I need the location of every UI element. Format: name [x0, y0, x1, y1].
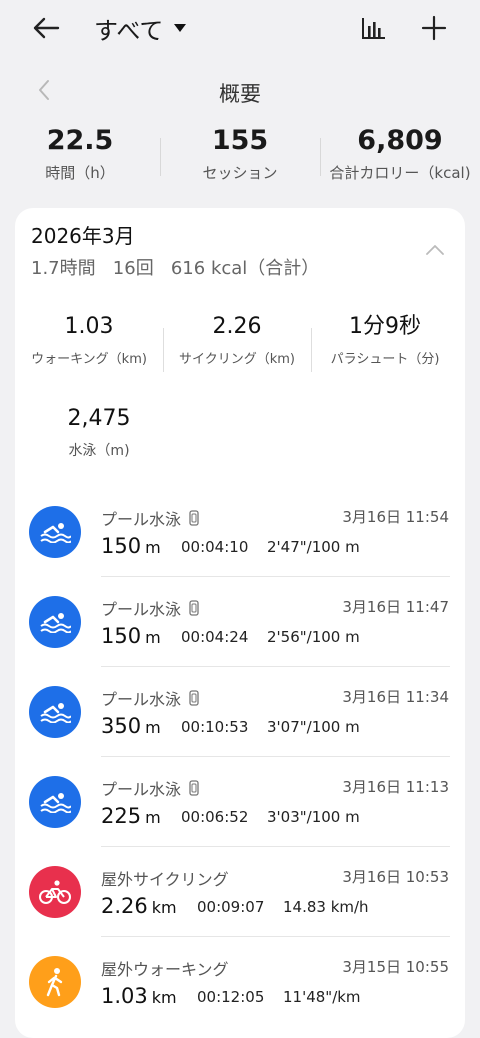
- triangle-down-icon: [174, 24, 187, 32]
- session-row[interactable]: プール水泳 3月16日 11:34 350 m 00:10:53 3'07"/10…: [15, 680, 465, 770]
- session-datetime: 3月16日 11:34: [342, 688, 449, 706]
- metric-cycling-label: サイクリング（km): [178, 352, 295, 367]
- session-duration: 00:12:05: [197, 988, 265, 1006]
- session-row[interactable]: プール水泳 3月16日 11:13 225 m 00:06:52 3'03"/10…: [15, 770, 465, 860]
- session-distance-unit: m: [145, 538, 161, 557]
- metric-walking: 1.03 ウォーキング（km): [15, 312, 163, 382]
- metric-swimming: 2,475 水泳（m): [25, 404, 173, 460]
- session-pace: 14.83 km/h: [283, 898, 369, 916]
- session-duration: 00:09:07: [197, 898, 265, 916]
- row-divider: [101, 936, 450, 937]
- row-divider: [101, 756, 450, 757]
- walker-icon: [29, 956, 81, 1008]
- month-title: 2026年3月: [31, 224, 135, 248]
- top-bar: すべて: [0, 0, 480, 56]
- totals-summary: 22.5 時間（h） 155 セッション 6,809 合計カロリー（kcal): [0, 124, 480, 186]
- total-sessions-value: 155: [211, 125, 269, 156]
- session-distance: 2.26: [101, 894, 148, 918]
- session-name: 屋外サイクリング: [101, 870, 229, 889]
- filter-label: すべて: [94, 16, 164, 45]
- swimmer-icon: [29, 686, 81, 738]
- metric-swimming-label: 水泳（m): [68, 443, 130, 459]
- total-sessions-label: セッション: [202, 164, 278, 182]
- row-divider: [101, 666, 450, 667]
- swimmer-icon: [29, 776, 81, 828]
- row-divider: [101, 846, 450, 847]
- month-metrics: 1.03 ウォーキング（km) 2.26 サイクリング（km) 1分9秒 パラシ…: [15, 312, 465, 382]
- session-row[interactable]: プール水泳 3月16日 11:54 150 m 00:04:10 2'47"/10…: [15, 500, 465, 590]
- session-row[interactable]: 屋外サイクリング 3月16日 10:53 2.26 km 00:09:07 14.…: [15, 860, 465, 950]
- watch-icon: [189, 600, 199, 616]
- metric-cycling-value: 2.26: [212, 314, 262, 339]
- session-pace: 11'48"/km: [283, 988, 361, 1006]
- session-name: 屋外ウォーキング: [101, 960, 229, 979]
- metric-walking-value: 1.03: [64, 314, 114, 339]
- total-calories-label: 合計カロリー（kcal): [329, 164, 471, 182]
- chevron-up-icon: [426, 245, 444, 255]
- session-distance: 150: [101, 624, 142, 648]
- session-pace: 2'56"/100 m: [267, 628, 360, 646]
- cyclist-icon: [29, 866, 81, 918]
- statistics-button[interactable]: [356, 12, 392, 44]
- session-distance: 350: [101, 714, 142, 738]
- activity-filter-dropdown[interactable]: すべて: [94, 12, 187, 45]
- session-pace: 3'07"/100 m: [267, 718, 360, 736]
- month-summary: 1.7時間 16回 616 kcal（合計）: [31, 258, 320, 279]
- session-datetime: 3月16日 11:13: [342, 778, 449, 796]
- metric-swimming-value: 2,475: [67, 406, 131, 431]
- add-record-button[interactable]: [416, 12, 452, 44]
- swimmer-icon: [29, 506, 81, 558]
- session-pace: 3'03"/100 m: [267, 808, 360, 826]
- total-hours-value: 22.5: [46, 125, 114, 156]
- arrow-left-icon: [33, 17, 60, 39]
- period-title: 概要: [219, 82, 261, 106]
- session-datetime: 3月16日 11:47: [342, 598, 449, 616]
- watch-icon: [189, 780, 199, 796]
- session-distance-unit: km: [151, 988, 177, 1007]
- period-navigator: 概要: [0, 68, 480, 112]
- metric-parachute-label: パラシュート（分): [330, 352, 440, 367]
- row-divider: [101, 576, 450, 577]
- session-duration: 00:10:53: [181, 718, 249, 736]
- month-card: 2026年3月 1.7時間 16回 616 kcal（合計） 1.03 ウォーキ…: [15, 208, 465, 1038]
- session-name: プール水泳: [101, 510, 182, 529]
- watch-icon: [189, 510, 199, 526]
- session-duration: 00:04:10: [181, 538, 249, 556]
- session-duration: 00:06:52: [181, 808, 249, 826]
- session-name: プール水泳: [101, 690, 182, 709]
- total-hours: 22.5 時間（h）: [0, 124, 160, 186]
- bar-chart-icon: [362, 18, 385, 39]
- metric-parachute: 1分9秒 パラシュート（分): [311, 312, 459, 382]
- collapse-month-button[interactable]: [419, 234, 451, 266]
- swimmer-icon: [29, 596, 81, 648]
- total-sessions: 155 セッション: [160, 124, 320, 186]
- metric-cycling: 2.26 サイクリング（km): [163, 312, 311, 382]
- session-datetime: 3月16日 11:54: [342, 508, 449, 526]
- session-distance-unit: m: [145, 718, 161, 737]
- total-calories: 6,809 合計カロリー（kcal): [320, 124, 480, 186]
- session-distance: 1.03: [101, 984, 148, 1008]
- session-row[interactable]: 屋外ウォーキング 3月15日 10:55 1.03 km 00:12:05 11'…: [15, 950, 465, 1038]
- watch-icon: [189, 690, 199, 706]
- session-datetime: 3月15日 10:55: [342, 958, 449, 976]
- session-datetime: 3月16日 10:53: [342, 868, 449, 886]
- session-distance: 225: [101, 804, 142, 828]
- session-duration: 00:04:24: [181, 628, 249, 646]
- session-row[interactable]: プール水泳 3月16日 11:47 150 m 00:04:24 2'56"/10…: [15, 590, 465, 680]
- session-distance-unit: m: [145, 808, 161, 827]
- session-pace: 2'47"/100 m: [267, 538, 360, 556]
- session-name: プール水泳: [101, 600, 182, 619]
- session-distance-unit: m: [145, 628, 161, 647]
- metric-parachute-value: 1分9秒: [349, 314, 421, 339]
- metric-walking-label: ウォーキング（km): [31, 352, 147, 367]
- session-distance-unit: km: [151, 898, 177, 917]
- session-name: プール水泳: [101, 780, 182, 799]
- total-calories-value: 6,809: [357, 125, 443, 156]
- total-hours-label: 時間（h）: [45, 164, 115, 182]
- plus-icon: [421, 15, 447, 41]
- session-distance: 150: [101, 534, 142, 558]
- back-button[interactable]: [26, 12, 66, 44]
